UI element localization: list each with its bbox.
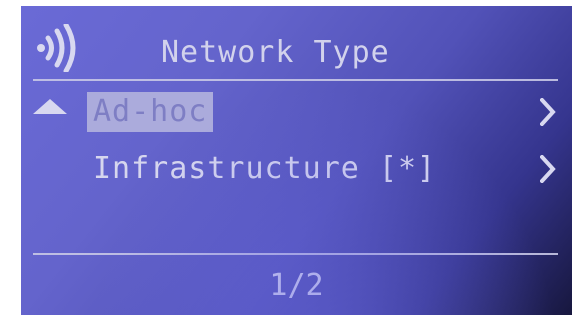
triangle-up-icon[interactable] xyxy=(33,99,67,114)
chevron-right-icon xyxy=(540,155,556,183)
menu-item-infrastructure[interactable]: Infrastructure [*] xyxy=(87,149,572,189)
device-screen: Network Type Ad-hoc Infrastructure [*] 1… xyxy=(21,6,572,315)
chevron-right-icon xyxy=(540,98,556,126)
header-divider xyxy=(33,79,558,81)
screen-title: Network Type xyxy=(161,35,390,70)
menu-item-label: Infrastructure [*] xyxy=(93,151,437,186)
menu-item-ad-hoc[interactable]: Ad-hoc xyxy=(87,92,572,132)
page-indicator: 1/2 xyxy=(269,268,324,303)
wireless-signal-icon xyxy=(37,24,76,72)
menu-item-label: Ad-hoc xyxy=(87,92,214,132)
footer-divider xyxy=(33,253,558,255)
